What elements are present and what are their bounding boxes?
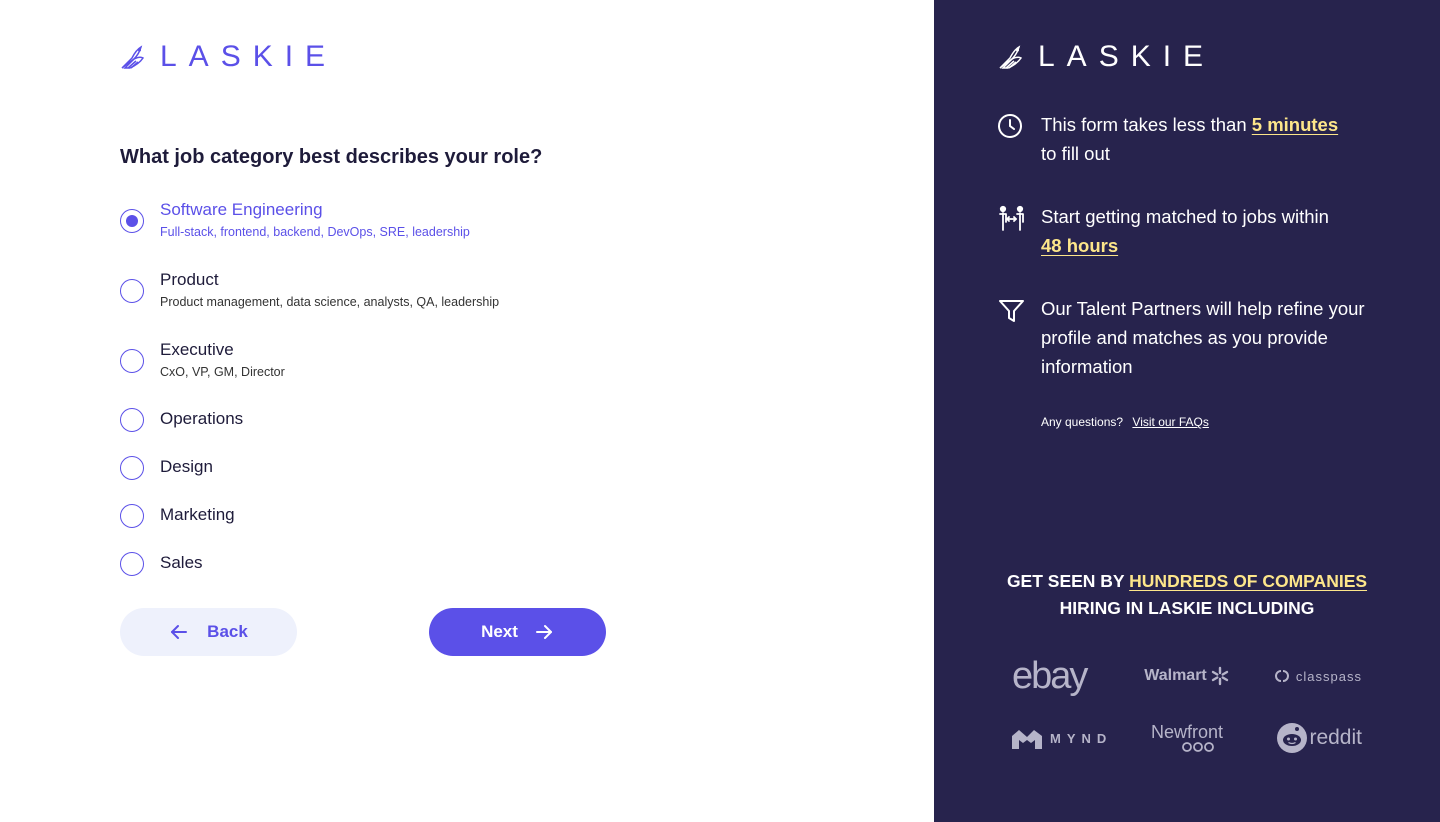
feature-talent-partners: Our Talent Partners will help refine you… — [998, 294, 1381, 381]
feature-text-part: Our Talent Partners will help refine you… — [1041, 298, 1365, 377]
option-marketing[interactable]: Marketing — [120, 504, 235, 528]
company-name: Walmart — [1144, 667, 1207, 684]
option-label: Product — [160, 270, 219, 289]
reddit-logo: reddit — [1245, 718, 1362, 758]
mynd-logo: MYND — [1012, 718, 1129, 758]
laskie-bird-icon — [999, 45, 1023, 69]
feature-text-part: This form takes less than — [1041, 114, 1252, 135]
feature-text: Our Talent Partners will help refine you… — [1041, 294, 1381, 381]
option-operations[interactable]: Operations — [120, 408, 243, 432]
company-name: ebay — [1012, 654, 1088, 697]
walmart-spark-icon — [1211, 666, 1228, 686]
laskie-bird-icon — [121, 45, 145, 69]
companies-heading: GET SEEN BY HUNDREDS OF COMPANIES HIRING… — [974, 568, 1400, 622]
option-executive[interactable]: Executive CxO, VP, GM, Director — [120, 339, 285, 379]
feature-text-part: to fill out — [1041, 143, 1110, 164]
clock-icon — [998, 114, 1022, 138]
feature-text: This form takes less than 5 minutes to f… — [1041, 110, 1381, 168]
company-name: MYND — [1050, 730, 1113, 746]
option-description: Product management, data science, analys… — [160, 295, 500, 309]
brand-name: LASKIE — [1038, 40, 1216, 73]
next-button[interactable]: Next — [429, 608, 606, 656]
feature-matching: Start getting matched to jobs within 48 … — [998, 202, 1381, 260]
seen-highlight: HUNDREDS OF COMPANIES — [1129, 571, 1368, 591]
newfront-logo: Newfront — [1129, 718, 1246, 758]
option-design[interactable]: Design — [120, 456, 213, 480]
company-name: classpass — [1295, 668, 1362, 684]
option-description: CxO, VP, GM, Director — [160, 365, 285, 379]
info-panel: LASKIE This form takes less than 5 minut… — [934, 0, 1440, 822]
radio-button[interactable] — [120, 456, 144, 480]
company-name: Newfront — [1150, 722, 1223, 742]
radio-button[interactable] — [120, 552, 144, 576]
back-label: Back — [207, 622, 248, 641]
walmart-logo: Walmart — [1129, 656, 1246, 696]
classpass-logo: classpass — [1245, 656, 1362, 696]
option-description: Full-stack, frontend, backend, DevOps, S… — [160, 225, 470, 239]
question-title: What job category best describes your ro… — [120, 146, 543, 168]
next-label: Next — [481, 622, 518, 641]
company-name: reddit — [1309, 726, 1362, 749]
option-software-engineering[interactable]: Software Engineering Full-stack, fronten… — [120, 199, 470, 239]
radio-button[interactable] — [120, 349, 144, 373]
feature-time: This form takes less than 5 minutes to f… — [998, 110, 1381, 168]
mynd-house-icon — [1012, 730, 1042, 749]
feature-text: Start getting matched to jobs within 48 … — [1041, 202, 1381, 260]
form-panel: LASKIE What job category best describes … — [0, 0, 934, 822]
option-label: Executive — [160, 340, 234, 359]
company-logos: ebay Walmart classpass MYND Newfront red… — [1012, 654, 1362, 758]
option-sales[interactable]: Sales — [120, 552, 203, 576]
feature-highlight: 5 minutes — [1251, 114, 1339, 135]
seen-text-after: HIRING IN LASKIE INCLUDING — [1059, 598, 1315, 618]
faq-link[interactable]: Visit our FAQs — [1132, 415, 1208, 429]
radio-button[interactable] — [120, 504, 144, 528]
feature-text-part: Start getting matched to jobs within — [1041, 206, 1329, 227]
reddit-alien-icon — [1277, 723, 1308, 753]
laskie-logo[interactable]: LASKIE — [998, 42, 1215, 72]
feature-highlight: 48 hours — [1041, 235, 1119, 256]
filter-icon — [999, 300, 1024, 322]
option-label: Operations — [160, 409, 244, 428]
option-label: Sales — [160, 553, 203, 572]
back-button[interactable]: Back — [120, 608, 297, 656]
questions-text: Any questions? — [1041, 415, 1124, 429]
laskie-logo[interactable]: LASKIE — [120, 42, 337, 72]
option-label: Software Engineering — [160, 200, 323, 219]
seen-text: GET SEEN BY — [1006, 571, 1130, 591]
ebay-logo: ebay — [1012, 654, 1129, 697]
newfront-infinity-icon — [1182, 742, 1214, 752]
radio-button[interactable] — [120, 209, 144, 233]
option-product[interactable]: Product Product management, data science… — [120, 269, 499, 309]
classpass-icon — [1274, 670, 1289, 682]
arrow-left-icon — [171, 625, 188, 639]
brand-name: LASKIE — [160, 40, 338, 73]
radio-button[interactable] — [120, 408, 144, 432]
people-match-icon — [999, 205, 1024, 231]
arrow-right-icon — [535, 625, 552, 639]
faq-row: Any questions? Visit our FAQs — [1041, 415, 1209, 429]
option-label: Marketing — [160, 505, 235, 524]
radio-button[interactable] — [120, 279, 144, 303]
option-label: Design — [160, 457, 213, 476]
